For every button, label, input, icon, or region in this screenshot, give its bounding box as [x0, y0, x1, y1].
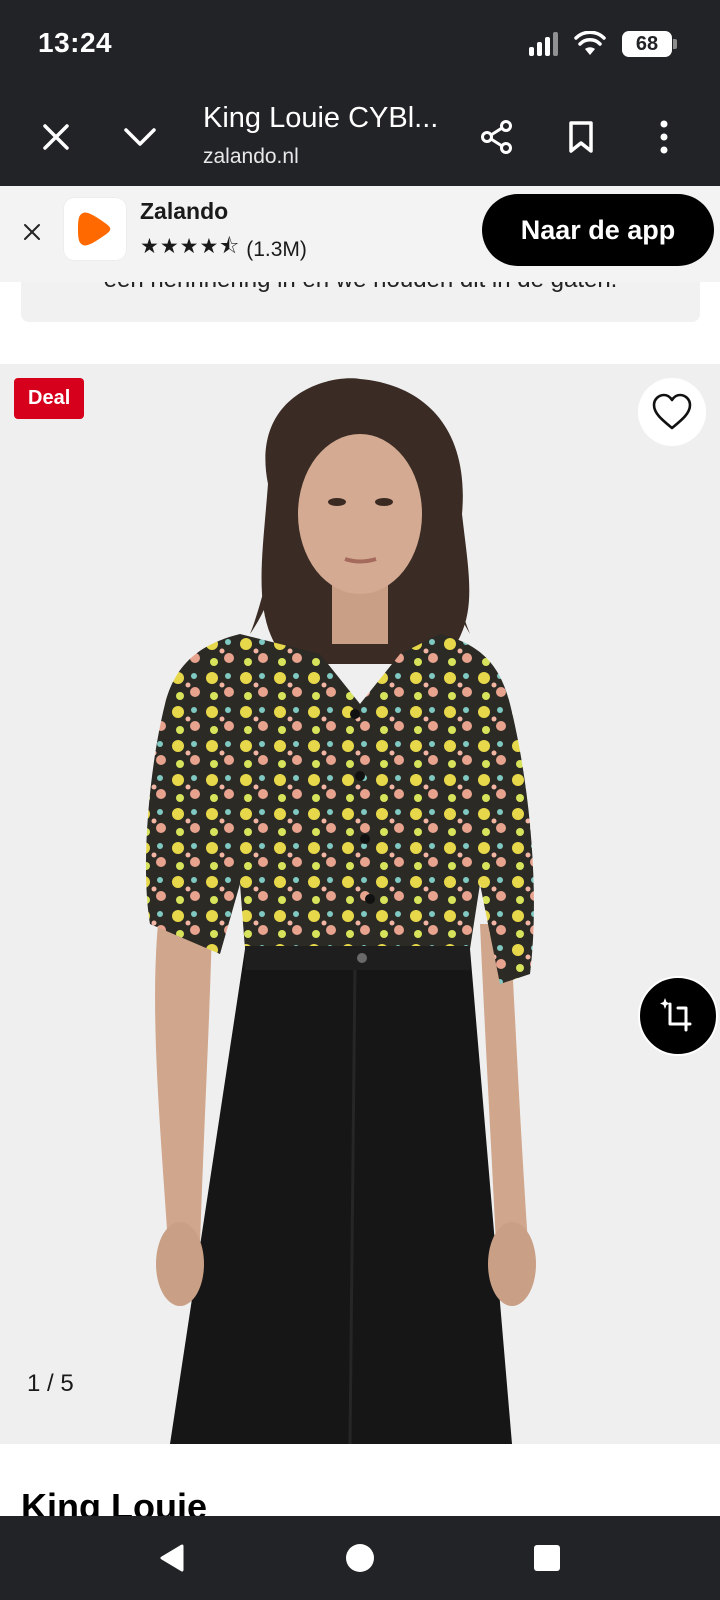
battery-level: 68: [635, 32, 659, 55]
home-button[interactable]: [340, 1538, 380, 1578]
app-banner: Zalando ★★★★⯪ (1.3M) Naar de app: [0, 186, 720, 282]
app-name: Zalando: [140, 198, 229, 224]
ai-style-button[interactable]: [638, 976, 718, 1056]
close-icon: [24, 224, 40, 240]
image-counter: 1 / 5: [27, 1370, 74, 1397]
more-options-button[interactable]: [641, 114, 687, 160]
page-domain: zalando.nl: [203, 145, 299, 168]
page-title: King Louie CYBl...: [203, 102, 439, 134]
wishlist-button[interactable]: [638, 378, 706, 446]
product-photo: [145, 378, 536, 1444]
zalando-logo-icon: [78, 212, 111, 246]
product-image-carousel[interactable]: Deal 1 / 5: [0, 364, 720, 1444]
open-app-button[interactable]: Naar de app: [482, 194, 714, 266]
status-time: 13:24: [38, 27, 113, 58]
zalando-logo: [64, 198, 126, 260]
share-button[interactable]: [474, 114, 520, 160]
info-box-text: een herinnering in en we houden dit in d…: [21, 282, 700, 294]
recents-button[interactable]: [527, 1538, 567, 1578]
app-rating: ★★★★⯪ (1.3M): [140, 232, 307, 267]
browser-toolbar: King Louie CYBl... zalando.nl: [0, 88, 720, 186]
notification-info-box: een herinnering in en we houden dit in d…: [21, 282, 700, 322]
bookmark-button[interactable]: [558, 114, 604, 160]
cellular-signal-icon: [529, 32, 558, 56]
bookmark-icon: [569, 121, 593, 153]
more-vertical-icon: [660, 120, 668, 154]
back-button[interactable]: [152, 1538, 192, 1578]
wifi-icon: [574, 31, 606, 55]
close-icon: [43, 124, 69, 150]
rating-stars: ★★★★⯪: [140, 235, 241, 258]
status-bar: 13:24 68: [0, 0, 720, 88]
chevron-down-icon: [124, 128, 156, 146]
sparkle-crop-icon: [660, 998, 692, 1032]
banner-close-button[interactable]: [14, 214, 50, 250]
heart-icon: [652, 393, 692, 430]
back-triangle-icon: [160, 1544, 184, 1572]
status-icons: 68: [529, 28, 677, 60]
home-circle-icon: [346, 1544, 374, 1572]
minimize-tab-button[interactable]: [117, 114, 163, 160]
system-navigation-bar: [0, 1516, 720, 1600]
review-count: (1.3M): [246, 237, 307, 261]
share-icon: [481, 120, 512, 154]
recents-square-icon: [534, 1545, 560, 1571]
deal-badge: Deal: [14, 378, 85, 419]
close-tab-button[interactable]: [33, 114, 79, 160]
battery-icon: 68: [622, 31, 677, 57]
